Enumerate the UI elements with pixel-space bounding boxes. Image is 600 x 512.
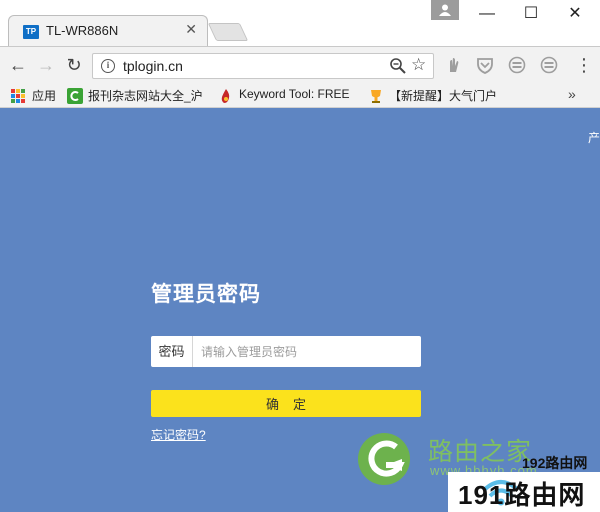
extension-shield-icon[interactable] (476, 56, 494, 74)
watermark-site-big: 191路由网 (458, 480, 586, 510)
apps-grid-icon[interactable] (11, 89, 25, 103)
tab-strip: TP TL-WR886N ✕ — ☐ ✕ (0, 0, 600, 46)
confirm-button[interactable]: 确定 (151, 390, 421, 417)
password-label: 密码 (151, 336, 193, 367)
bookmarks-overflow-icon[interactable]: » (568, 86, 576, 102)
bookmark-apps[interactable]: 应用 (32, 87, 56, 104)
bookmark-item-2[interactable]: Keyword Tool: FREE (239, 87, 353, 101)
address-bar[interactable]: i tplogin.cn ☆ (92, 53, 434, 79)
watermark-logo-icon (358, 433, 410, 485)
site-info-icon[interactable]: i (101, 59, 115, 73)
bookmark-item-3[interactable]: 【新提醒】大气门户 (389, 87, 501, 104)
user-icon (439, 4, 451, 16)
password-field-row: 密码 (151, 336, 421, 367)
bookmark-item-1[interactable]: 报刊杂志网站大全_沪 (88, 87, 204, 104)
password-input[interactable] (195, 337, 417, 366)
profile-button[interactable] (431, 0, 459, 20)
extension-circle-2-icon[interactable] (540, 56, 558, 74)
browser-menu-icon[interactable]: ⋮ (575, 55, 593, 76)
browser-tab[interactable]: TP TL-WR886N ✕ (8, 15, 208, 46)
trophy-icon (371, 90, 381, 103)
watermark-site-small: 192路由网 (522, 455, 588, 471)
forgot-password-link[interactable]: 忘记密码? (151, 426, 206, 443)
browser-toolbar: ← → ↻ i tplogin.cn ☆ ⋮ (0, 46, 600, 84)
zoom-icon[interactable] (389, 57, 407, 75)
page-title: 管理员密码 (151, 283, 261, 306)
extension-circle-icon[interactable] (508, 56, 526, 74)
green-c-icon (67, 88, 83, 104)
back-button[interactable]: ← (8, 55, 28, 75)
extension-hand-icon[interactable] (444, 56, 462, 74)
tab-title: TL-WR886N (46, 23, 119, 38)
tp-link-favicon-icon: TP (23, 25, 39, 39)
maximize-button[interactable]: ☐ (510, 2, 552, 28)
flame-icon (221, 89, 230, 103)
router-login-page: 产 管理员密码 密码 确定 忘记密码? 路由之家 www.hbhyh.com 1… (0, 108, 600, 512)
bookmarks-bar: 应用 报刊杂志网站大全_沪 Keyword Tool: FREE 【新提醒】大气… (0, 84, 600, 108)
address-url[interactable]: tplogin.cn (123, 58, 183, 74)
corner-text: 产 (588, 131, 600, 145)
close-window-button[interactable]: ✕ (554, 2, 596, 28)
minimize-button[interactable]: — (466, 2, 508, 28)
bookmark-star-icon[interactable]: ☆ (411, 55, 426, 75)
forward-button[interactable]: → (36, 55, 56, 75)
new-tab-button[interactable] (207, 23, 249, 41)
tab-close-icon[interactable]: ✕ (185, 21, 197, 38)
reload-button[interactable]: ↻ (64, 55, 84, 75)
